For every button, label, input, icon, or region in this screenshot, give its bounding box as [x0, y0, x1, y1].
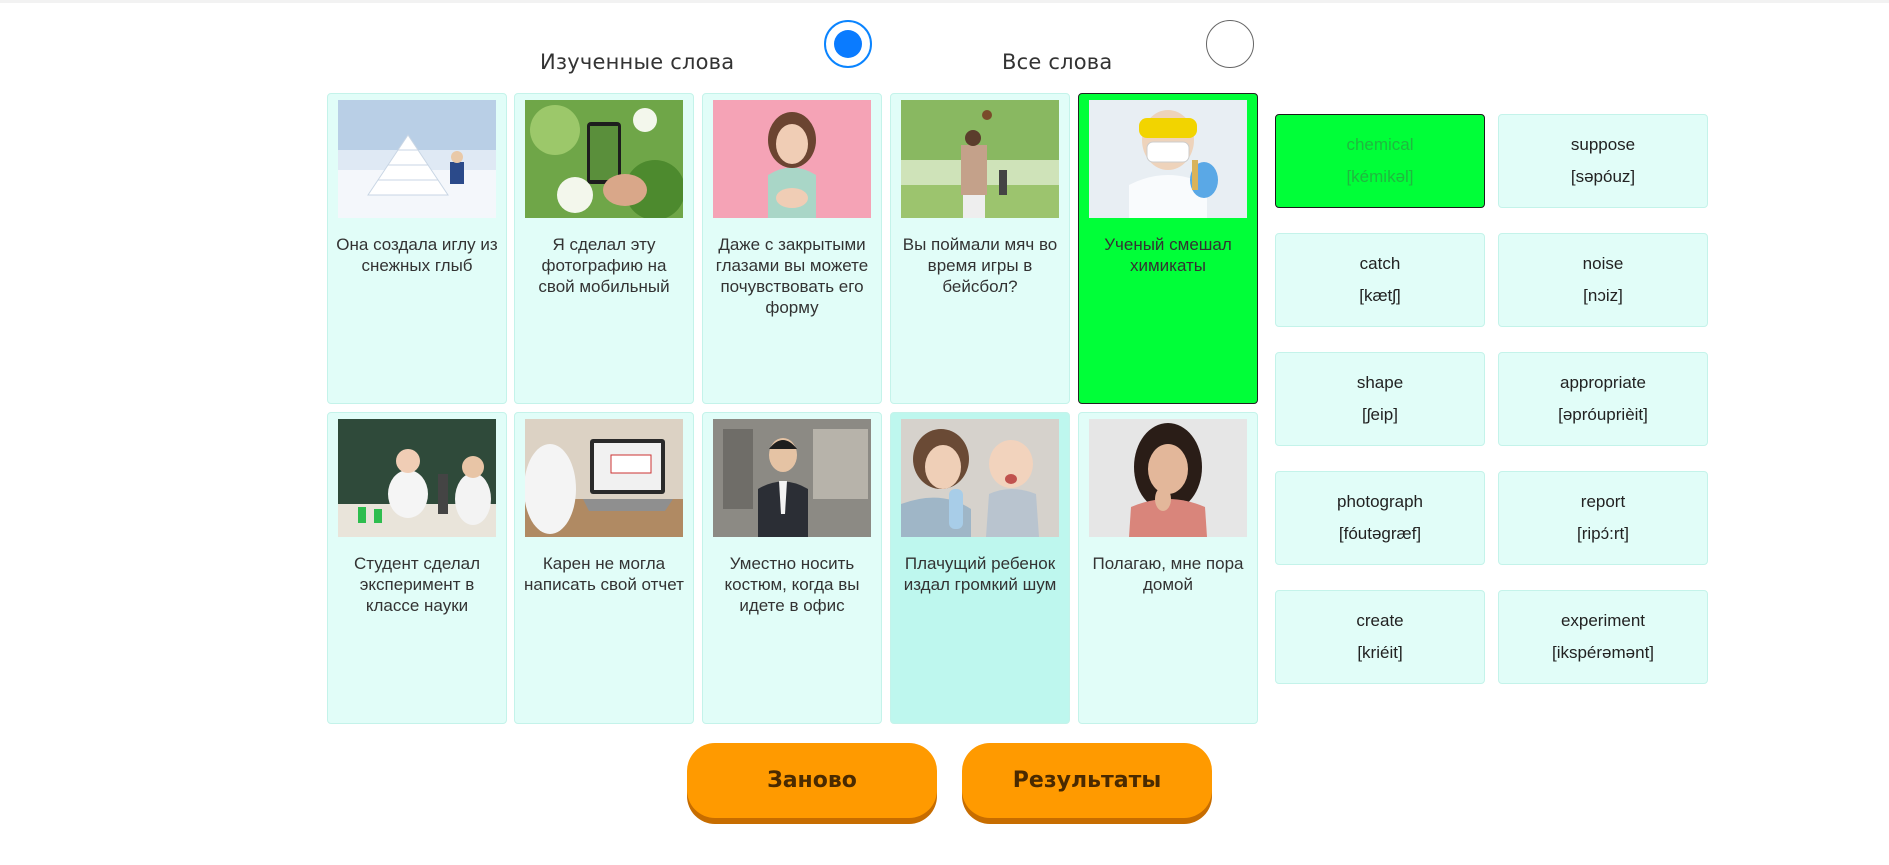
sentence-card[interactable]: Плачущий ребенок издал громкий шум	[890, 412, 1070, 724]
word-card-catch[interactable]: catch [kætʃ]	[1275, 233, 1485, 327]
word-card-photograph[interactable]: photograph [fóutəgræf]	[1275, 471, 1485, 565]
woman-eyes-closed-photo	[713, 100, 871, 218]
sentence-card[interactable]: Ученый смешал химикаты	[1078, 93, 1258, 404]
sentence-text: Ученый смешал химикаты	[1104, 235, 1232, 275]
word-card-appropriate[interactable]: appropriate [əpróuprièit]	[1498, 352, 1708, 446]
word-transcription: [fóutəgræf]	[1338, 524, 1422, 543]
word-card-report[interactable]: report [ripɔ́:rt]	[1498, 471, 1708, 565]
sentence-card[interactable]: Полагаю, мне пора домой	[1078, 412, 1258, 724]
word-card-create[interactable]: create [kriéit]	[1275, 590, 1485, 684]
sentence-text: Вы поймали мяч во время игры в бейсбол?	[902, 235, 1058, 296]
learned-words-radio[interactable]	[824, 20, 872, 68]
word-transcription: [əpróuprièit]	[1558, 405, 1648, 424]
word-transcription: [nɔiz]	[1583, 286, 1623, 305]
sentence-text: Я сделал эту фотографию на свой мобильны…	[538, 235, 670, 296]
word-transcription: [səpóuz]	[1570, 167, 1636, 186]
word-text: catch	[1359, 254, 1401, 273]
sentence-card[interactable]: Я сделал эту фотографию на свой мобильны…	[514, 93, 694, 404]
word-text: noise	[1582, 254, 1624, 273]
word-transcription: [ripɔ́:rt]	[1577, 524, 1629, 543]
sentence-card[interactable]: Уместно носить костюм, когда вы идете в …	[702, 412, 882, 724]
all-words-label: Все слова	[1002, 50, 1113, 74]
sentence-text: Уместно носить костюм, когда вы идете в …	[724, 554, 860, 615]
word-text: photograph	[1336, 492, 1424, 511]
sentence-text: Карен не могла написать свой отчет	[524, 554, 684, 594]
word-text: experiment	[1560, 611, 1646, 630]
sentence-card[interactable]: Студент сделал эксперимент в классе наук…	[327, 412, 507, 724]
sentence-text: Плачущий ребенок издал громкий шум	[903, 554, 1057, 594]
crying-baby-photo	[901, 419, 1059, 537]
restart-button[interactable]: Заново	[687, 743, 937, 818]
word-transcription: [ʃeip]	[1362, 405, 1398, 424]
word-text: appropriate	[1559, 373, 1646, 392]
sentence-card[interactable]: Она создала иглу из снежных глыб	[327, 93, 507, 404]
word-text: suppose	[1570, 135, 1636, 154]
baseball-catch-photo	[901, 100, 1059, 218]
word-card-shape[interactable]: shape [ʃeip]	[1275, 352, 1485, 446]
thinking-woman-photo	[1089, 419, 1247, 537]
man-in-suit-photo	[713, 419, 871, 537]
word-card-noise[interactable]: noise [nɔiz]	[1498, 233, 1708, 327]
sentence-text: Студент сделал эксперимент в классе наук…	[353, 554, 481, 615]
sentence-text: Она создала иглу из снежных глыб	[336, 235, 498, 275]
word-transcription: [ikspérəmənt]	[1551, 643, 1655, 662]
word-text: create	[1356, 611, 1404, 630]
scientist-photo	[1089, 100, 1247, 218]
results-button[interactable]: Результаты	[962, 743, 1212, 818]
word-transcription: [kriéit]	[1357, 643, 1403, 662]
sentence-text: Полагаю, мне пора домой	[1092, 554, 1244, 594]
learned-words-label: Изученные слова	[540, 50, 735, 74]
laptop-photo	[525, 419, 683, 537]
science-class-photo	[338, 419, 496, 537]
word-text: report	[1580, 492, 1626, 511]
sentence-card[interactable]: Вы поймали мяч во время игры в бейсбол?	[890, 93, 1070, 404]
sentence-card[interactable]: Даже с закрытыми глазами вы можете почув…	[702, 93, 882, 404]
igloo-photo	[338, 100, 496, 218]
word-text: shape	[1356, 373, 1404, 392]
sentence-card[interactable]: Карен не могла написать свой отчет	[514, 412, 694, 724]
word-text: chemical	[1346, 135, 1414, 154]
sentence-text: Даже с закрытыми глазами вы можете почув…	[715, 235, 869, 317]
word-card-chemical[interactable]: chemical [kémikəl]	[1275, 114, 1485, 208]
word-transcription: [kætʃ]	[1359, 286, 1401, 305]
word-transcription: [kémikəl]	[1346, 167, 1414, 186]
top-divider	[0, 0, 1889, 3]
word-card-experiment[interactable]: experiment [ikspérəmənt]	[1498, 590, 1708, 684]
all-words-radio[interactable]	[1206, 20, 1254, 68]
phone-photo	[525, 100, 683, 218]
word-card-suppose[interactable]: suppose [səpóuz]	[1498, 114, 1708, 208]
